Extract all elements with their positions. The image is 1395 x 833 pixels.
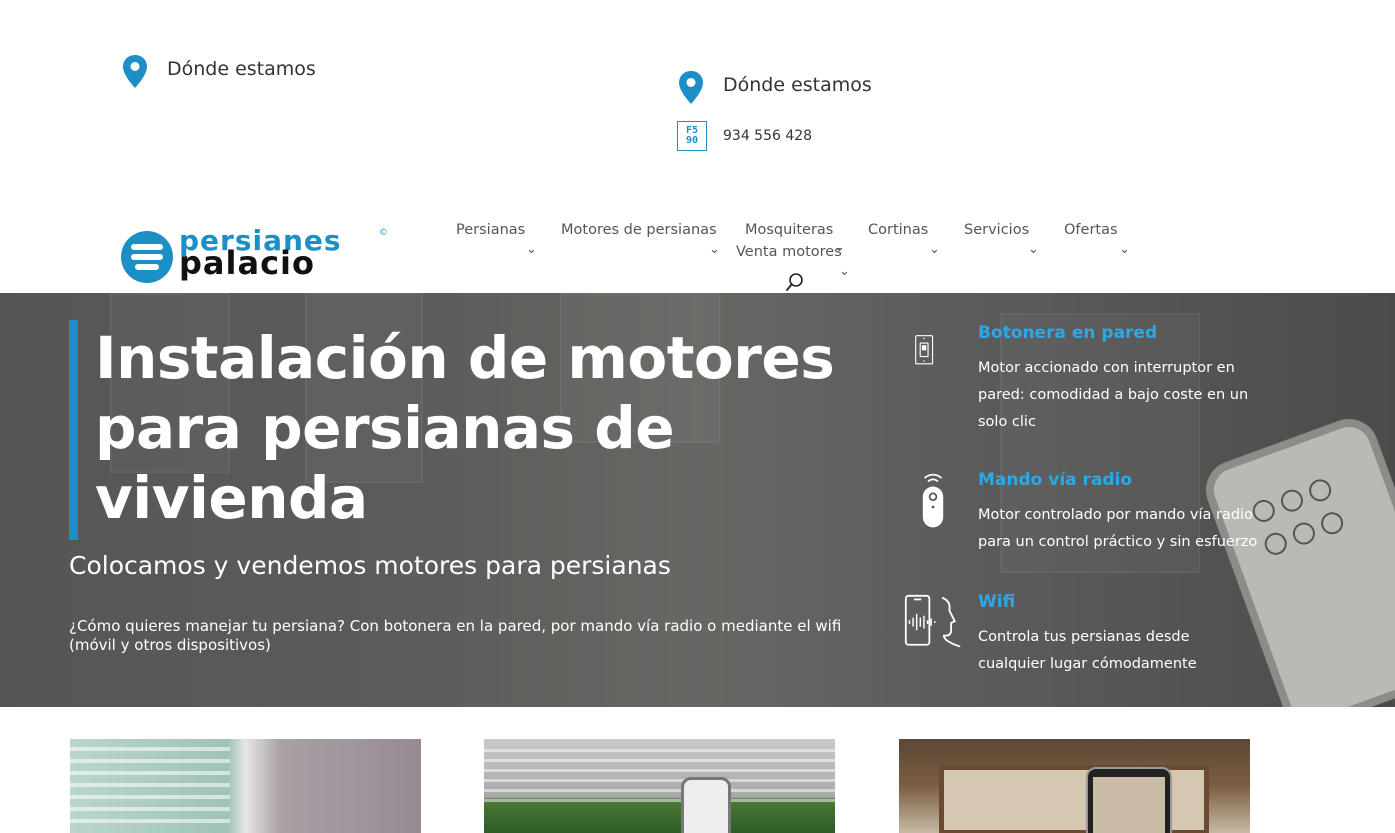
hero-banner: Instalación de motores para persianas de… <box>0 293 1395 707</box>
nav-item-servicios[interactable]: Servicios <box>964 222 1029 238</box>
location-link-2[interactable]: Dónde estamos <box>677 70 872 106</box>
feature-body: Controla tus persianas desde cualquier l… <box>978 629 1197 672</box>
chevron-down-icon[interactable]: ⌄ <box>839 264 850 279</box>
nav-item-venta-motores[interactable]: Venta motores <box>736 244 842 260</box>
location-label-2: Dónde estamos <box>723 74 872 96</box>
wifi-voice-icon <box>904 594 961 648</box>
hero-subtitle: Colocamos y vendemos motores para persia… <box>69 551 671 580</box>
map-pin-icon <box>679 71 703 104</box>
product-cards <box>0 739 1395 833</box>
wall-switch-icon <box>915 335 934 365</box>
radio-remote-icon <box>922 473 944 528</box>
search-icon[interactable] <box>785 272 805 292</box>
location-label-1: Dónde estamos <box>167 58 316 80</box>
top-bar: Dónde estamos Dónde estamos F5 90 934 55… <box>0 0 1395 200</box>
phone-badge-icon: F5 90 <box>677 121 707 151</box>
chevron-down-icon[interactable]: ⌄ <box>929 242 940 257</box>
location-link-1[interactable]: Dónde estamos <box>121 54 316 90</box>
remote-control-image <box>681 777 731 833</box>
feature-title: Mando vía radio <box>978 470 1133 490</box>
feature-body: Motor accionado con interruptor en pared… <box>978 360 1249 430</box>
phone-contact[interactable]: F5 90 934 556 428 <box>677 121 812 151</box>
phone-number[interactable]: 934 556 428 <box>723 128 812 144</box>
hero-description: ¿Cómo quieres manejar tu persiana? Con b… <box>69 617 842 654</box>
chevron-down-icon[interactable]: ⌄ <box>709 242 720 257</box>
feature-body: Motor controlado por mando vía radio par… <box>978 507 1258 550</box>
nav-item-motores[interactable]: Motores de persianas <box>561 222 717 238</box>
chevron-down-icon[interactable]: ⌄ <box>526 242 537 257</box>
nav-item-ofertas[interactable]: Ofertas <box>1064 222 1118 238</box>
card-image-blinds[interactable] <box>70 739 421 833</box>
card-image-remote[interactable] <box>484 739 835 833</box>
feature-title: Botonera en pared <box>978 323 1158 343</box>
card-image-smartphone[interactable] <box>899 739 1250 833</box>
nav-item-persianas[interactable]: Persianas <box>456 222 525 238</box>
main-nav: Persianas ⌄ Motores de persianas ⌄ Mosqu… <box>0 222 1395 292</box>
nav-item-mosquiteras[interactable]: Mosquiteras <box>745 222 833 238</box>
hero-title: Instalación de motores para persianas de… <box>95 324 835 532</box>
map-pin-icon <box>123 55 147 88</box>
feature-title: Wifi <box>978 592 1016 612</box>
title-accent-bar <box>69 320 78 540</box>
chevron-down-icon[interactable]: ⌄ <box>1028 242 1039 257</box>
nav-item-cortinas[interactable]: Cortinas <box>868 222 928 238</box>
chevron-down-icon[interactable]: ⌄ <box>1119 242 1130 257</box>
smartphone-image <box>1086 767 1172 833</box>
